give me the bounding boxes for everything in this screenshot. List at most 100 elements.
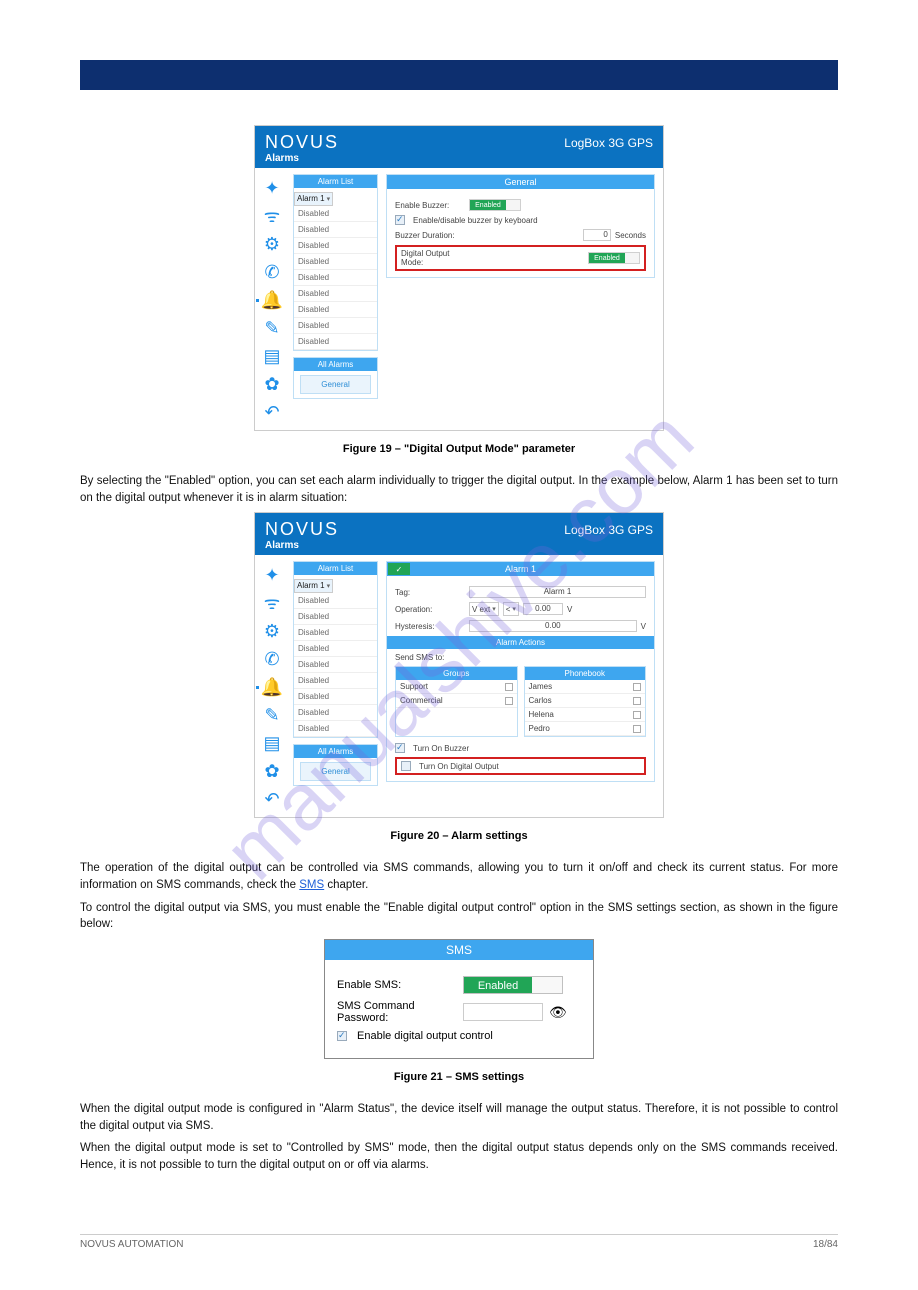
app-frame-1: LogBox 3G GPS NOVUS Alarms ✦ ᯤ ⚙ ✆ 🔔 ✎ ▤…	[254, 125, 664, 431]
paragraph-5: When the digital output mode is set to "…	[80, 1140, 838, 1173]
group-row[interactable]: Commercial	[396, 694, 517, 708]
alarm-item[interactable]: Disabled	[294, 689, 377, 705]
puzzle-icon[interactable]: ✦	[262, 565, 282, 585]
alarm-item[interactable]: Alarm 1	[294, 192, 333, 206]
wifi-icon[interactable]: ᯤ	[262, 593, 282, 613]
alarm-item[interactable]: Disabled	[294, 641, 377, 657]
enable-dout-control-checkbox[interactable]	[337, 1031, 347, 1041]
alarm-item[interactable]: Disabled	[294, 657, 377, 673]
paragraph-3: To control the digital output via SMS, y…	[80, 900, 838, 933]
unit-label: V	[641, 622, 646, 631]
alarm-item[interactable]: Disabled	[294, 254, 377, 270]
enable-sms-toggle[interactable]: Enabled	[463, 976, 563, 994]
unit-label: V	[567, 605, 572, 614]
alarm-item[interactable]: Disabled	[294, 302, 377, 318]
alarm-item[interactable]: Disabled	[294, 318, 377, 334]
puzzle-icon[interactable]: ✦	[262, 178, 282, 198]
alarm-item[interactable]: Disabled	[294, 206, 377, 222]
alarm-item[interactable]: Disabled	[294, 222, 377, 238]
doc-icon[interactable]: ▤	[262, 733, 282, 753]
phone-icon[interactable]: ✆	[262, 649, 282, 669]
phonebook-panel: Phonebook James Carlos Helena Pedro	[524, 666, 647, 737]
operand-select[interactable]: V ext	[469, 602, 499, 616]
enable-buzzer-label: Enable Buzzer:	[395, 201, 465, 210]
alarm-enable-toggle[interactable]: ✓	[388, 563, 410, 575]
app-header: LogBox 3G GPS NOVUS Alarms	[255, 513, 663, 555]
sms-panel: SMS Enable SMS: Enabled SMS Command Pass…	[324, 939, 594, 1059]
figure-19-wrap: LogBox 3G GPS NOVUS Alarms ✦ ᯤ ⚙ ✆ 🔔 ✎ ▤…	[80, 125, 838, 431]
eye-icon[interactable]: 👁	[549, 1004, 567, 1021]
enable-dout-control-label: Enable digital output control	[357, 1030, 493, 1042]
alarm-item[interactable]: Disabled	[294, 721, 377, 737]
share-icon[interactable]: ⚙	[262, 234, 282, 254]
sidebar: ✦ ᯤ ⚙ ✆ 🔔 ✎ ▤ ✿ ↶	[259, 561, 285, 809]
sms-password-input[interactable]	[463, 1003, 543, 1021]
dom-label: Digital Output Mode:	[401, 249, 471, 267]
alarm-icon[interactable]: 🔔	[262, 677, 282, 697]
hysteresis-input[interactable]: 0.00	[469, 620, 637, 632]
all-alarms-panel: All Alarms General	[293, 357, 378, 399]
sidebar: ✦ ᯤ ⚙ ✆ 🔔 ✎ ▤ ✿ ↶	[259, 174, 285, 422]
footer-right: 18/84	[813, 1239, 838, 1250]
sms-chapter-link[interactable]: SMS	[299, 879, 324, 891]
alarm-item[interactable]: Disabled	[294, 625, 377, 641]
contact-row[interactable]: James	[525, 680, 646, 694]
share-icon[interactable]: ⚙	[262, 621, 282, 641]
alarm-item[interactable]: Disabled	[294, 238, 377, 254]
tag-label: Tag:	[395, 588, 465, 597]
section-title: Alarms	[265, 540, 653, 551]
keyboard-checkbox[interactable]	[395, 215, 405, 225]
alarm-item[interactable]: Disabled	[294, 593, 377, 609]
paragraph-1: By selecting the "Enabled" option, you c…	[80, 473, 838, 506]
general-header: General	[387, 175, 654, 189]
alarm-item[interactable]: Disabled	[294, 705, 377, 721]
seconds-label: Seconds	[615, 231, 646, 240]
buzzer-checkbox[interactable]	[395, 743, 405, 753]
alarm-item[interactable]: Disabled	[294, 334, 377, 350]
dom-toggle[interactable]: Enabled	[588, 252, 640, 264]
model-label: LogBox 3G GPS	[564, 523, 653, 537]
edit-icon[interactable]: ✎	[262, 318, 282, 338]
edit-icon[interactable]: ✎	[262, 705, 282, 725]
alarm1-header: ✓ Alarm 1	[387, 562, 654, 576]
figure-19-caption: Figure 19 – "Digital Output Mode" parame…	[80, 443, 838, 455]
alarm-item[interactable]: Alarm 1	[294, 579, 333, 593]
alarm-icon[interactable]: 🔔	[262, 290, 282, 310]
alarm-item[interactable]: Disabled	[294, 270, 377, 286]
contact-row[interactable]: Carlos	[525, 694, 646, 708]
dout-checkbox-label: Turn On Digital Output	[419, 762, 499, 771]
paragraph-4: When the digital output mode is configur…	[80, 1101, 838, 1134]
alarm-item[interactable]: Disabled	[294, 609, 377, 625]
app-frame-2: LogBox 3G GPS NOVUS Alarms ✦ ᯤ ⚙ ✆ 🔔 ✎ ▤…	[254, 512, 664, 818]
keyboard-label: Enable/disable buzzer by keyboard	[413, 216, 538, 225]
sms-label: Send SMS to:	[395, 653, 646, 662]
general-button[interactable]: General	[300, 762, 371, 781]
back-icon[interactable]: ↶	[262, 789, 282, 809]
gear-icon[interactable]: ✿	[262, 374, 282, 394]
highlight-box: Turn On Digital Output	[395, 757, 646, 775]
dout-checkbox[interactable]	[401, 761, 411, 771]
enable-sms-label: Enable SMS:	[337, 979, 457, 991]
alarm-item[interactable]: Disabled	[294, 673, 377, 689]
groups-panel: Groups Support Commercial	[395, 666, 518, 737]
back-icon[interactable]: ↶	[262, 402, 282, 422]
op-value-input[interactable]: 0.00	[523, 603, 563, 615]
enable-buzzer-toggle[interactable]: Enabled	[469, 199, 521, 211]
app-header: LogBox 3G GPS NOVUS Alarms	[255, 126, 663, 168]
contact-row[interactable]: Helena	[525, 708, 646, 722]
gear-icon[interactable]: ✿	[262, 761, 282, 781]
alarm-item[interactable]: Disabled	[294, 286, 377, 302]
all-alarms-header: All Alarms	[294, 745, 377, 758]
tag-input[interactable]: Alarm 1	[469, 586, 646, 598]
wifi-icon[interactable]: ᯤ	[262, 206, 282, 226]
operator-select[interactable]: <	[503, 602, 519, 616]
alarm-list-header: Alarm List	[294, 175, 377, 188]
duration-input[interactable]: 0	[583, 229, 611, 241]
general-button[interactable]: General	[300, 375, 371, 394]
phone-icon[interactable]: ✆	[262, 262, 282, 282]
figure-20-wrap: LogBox 3G GPS NOVUS Alarms ✦ ᯤ ⚙ ✆ 🔔 ✎ ▤…	[80, 512, 838, 818]
figure-20-caption: Figure 20 – Alarm settings	[80, 830, 838, 842]
contact-row[interactable]: Pedro	[525, 722, 646, 736]
group-row[interactable]: Support	[396, 680, 517, 694]
doc-icon[interactable]: ▤	[262, 346, 282, 366]
